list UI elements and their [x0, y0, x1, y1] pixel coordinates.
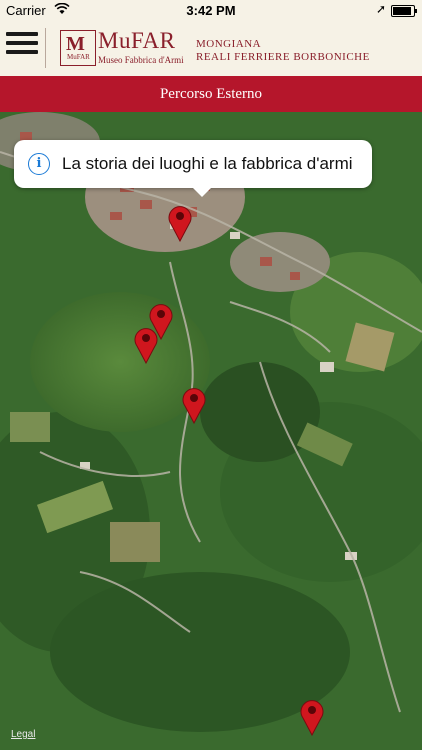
brand-line-1: MONGIANA [196, 38, 262, 50]
hamburger-menu-button[interactable] [6, 32, 38, 60]
battery-icon [391, 5, 417, 17]
location-arrow-icon: ➚ [375, 2, 386, 16]
legal-link[interactable]: Legal [11, 729, 35, 740]
map-imagery [0, 112, 422, 750]
map-pin[interactable] [299, 698, 325, 736]
app-header: M MuFAR MuFAR Museo Fabbrica d'Armi MONG… [0, 20, 422, 76]
map-pin[interactable] [181, 386, 207, 424]
logo-subtitle: Museo Fabbrica d'Armi [98, 55, 184, 65]
mufar-logo: M MuFAR MuFAR Museo Fabbrica d'Armi [58, 28, 190, 68]
callout-title: La storia dei luoghi e la fabbrica d'arm… [62, 154, 353, 173]
clock: 3:42 PM [186, 3, 236, 18]
map-pin[interactable] [133, 326, 159, 364]
satellite-map[interactable]: i La storia dei luoghi e la fabbrica d'a… [0, 112, 422, 750]
map-pin[interactable] [167, 204, 193, 242]
map-callout[interactable]: i La storia dei luoghi e la fabbrica d'a… [14, 140, 372, 197]
page-title: Percorso Esterno [0, 76, 422, 112]
brand-text: MONGIANA REALI FERRIERE BORBONICHE [196, 38, 370, 63]
status-bar: Carrier 3:42 PM ➚ [0, 0, 422, 20]
info-icon[interactable]: i [28, 153, 50, 175]
logo-emblem: M MuFAR [60, 30, 96, 66]
logo-name: MuFAR [98, 28, 176, 53]
header-divider [45, 28, 46, 68]
brand-line-2: REALI FERRIERE BORBONICHE [196, 51, 370, 63]
